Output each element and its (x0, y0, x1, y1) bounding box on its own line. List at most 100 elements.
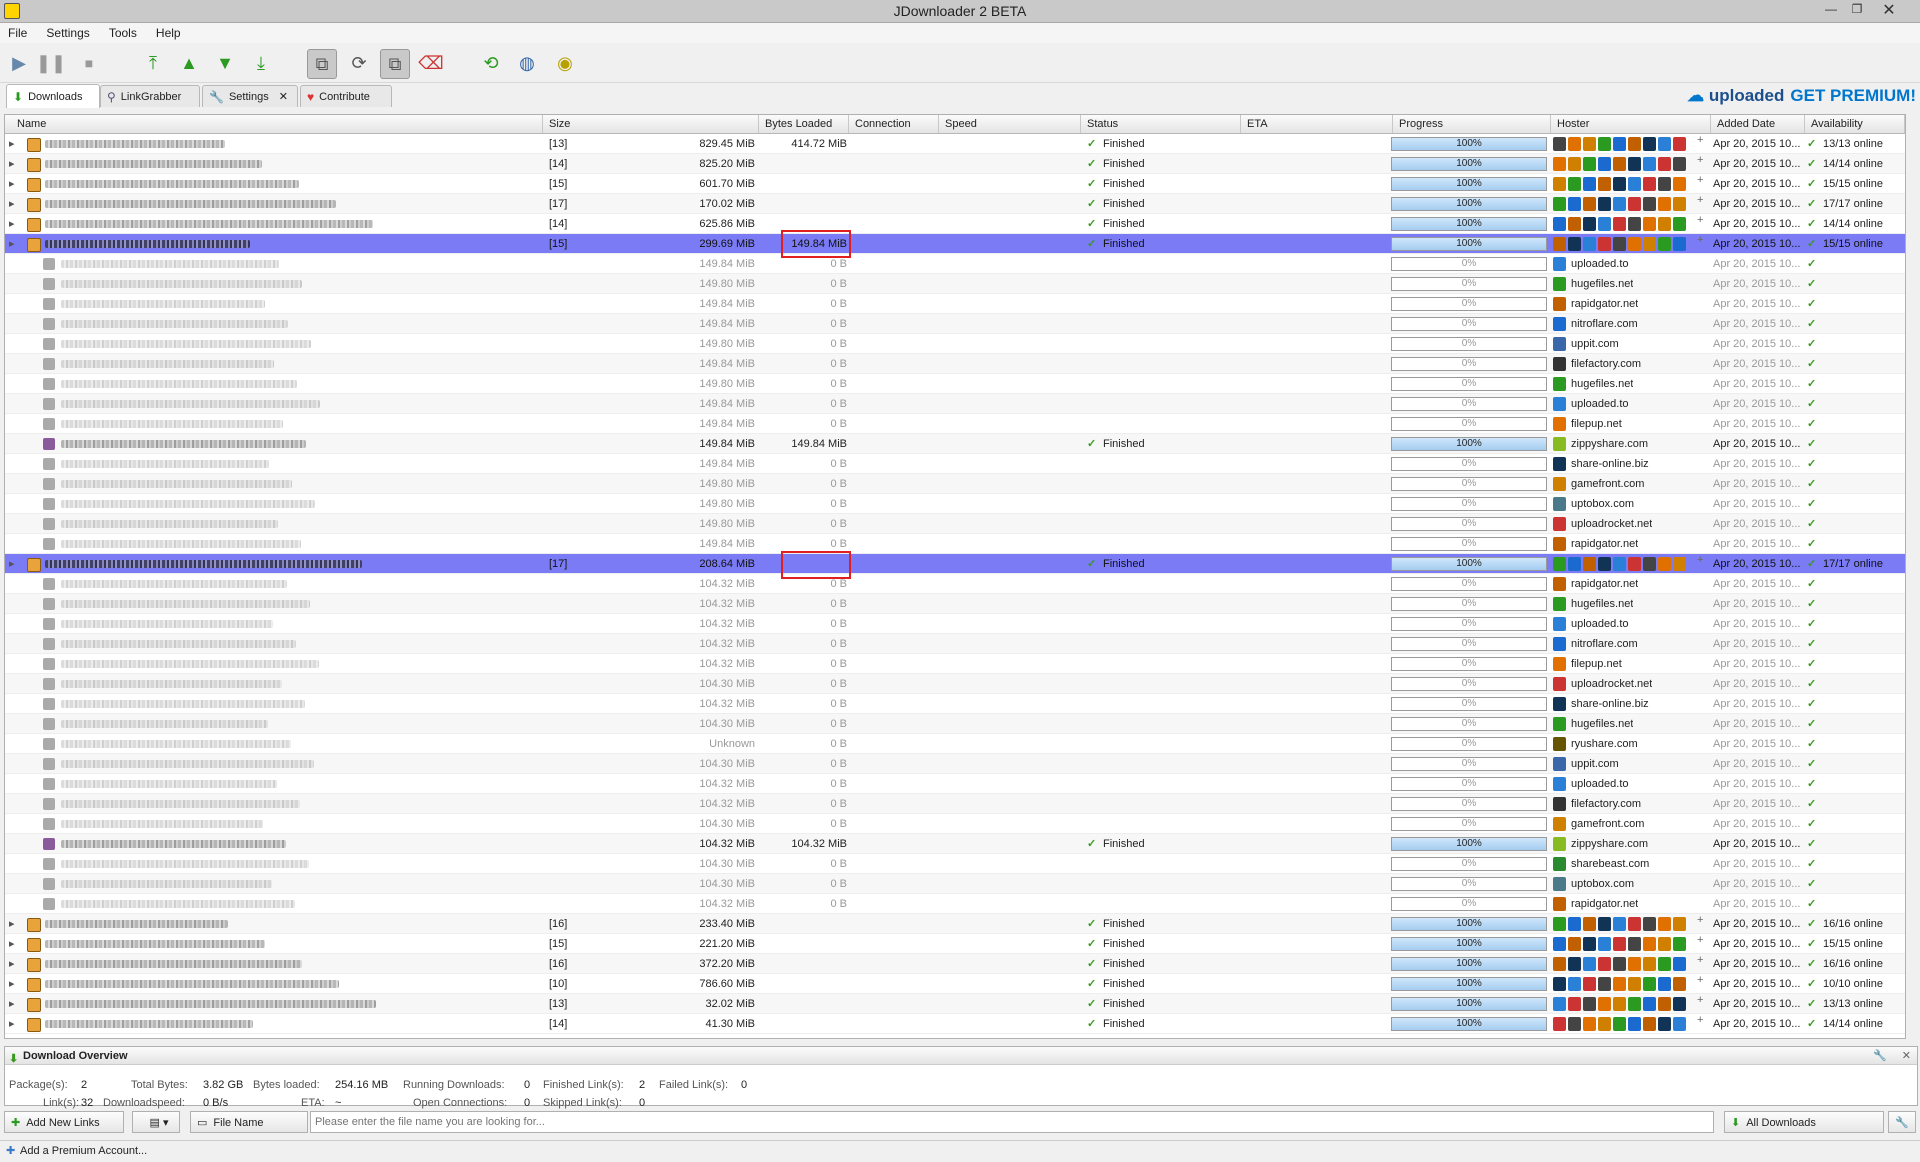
expand-toggle-icon[interactable]: ▸ (9, 954, 15, 974)
package-row[interactable]: ▸ [15] 221.20 MiB ✓ Finished 100% + Apr 20, 201… (5, 934, 1905, 954)
link-row[interactable]: 104.30 MiB 0 B 0% uptobox.com Apr 20, 2015 1… (5, 874, 1905, 894)
package-row[interactable]: ▸ [13] 829.45 MiB 414.72 MiB ✓ Finished 100% + A… (5, 134, 1905, 154)
more-hosters-icon[interactable]: + (1697, 234, 1703, 246)
package-row[interactable]: ▸ [15] 601.70 MiB ✓ Finished 100% + Apr 20, 201… (5, 174, 1905, 194)
package-row[interactable]: ▸ [16] 372.20 MiB ✓ Finished 100% + Apr 20, 201… (5, 954, 1905, 974)
add-new-links-button[interactable]: ✚ Add New Links (4, 1111, 124, 1133)
move-bottom-icon[interactable]: ⤓ (248, 50, 274, 76)
reconnect-icon[interactable]: ⟲ (478, 50, 504, 76)
search-field-select[interactable]: ▭ File Name (190, 1111, 308, 1133)
link-row[interactable]: 149.80 MiB 0 B 0% uppit.com Apr 20, 2015 10.… (5, 334, 1905, 354)
tab-settings[interactable]: 🔧 Settings ✕ (202, 85, 298, 107)
link-row[interactable]: 149.84 MiB 0 B 0% filepup.net Apr 20, 2015 1… (5, 414, 1905, 434)
menu-settings[interactable]: Settings (38, 23, 97, 43)
more-hosters-icon[interactable]: + (1697, 214, 1703, 226)
col-name[interactable]: Name (5, 115, 543, 133)
expand-toggle-icon[interactable]: ▸ (9, 194, 15, 214)
package-row[interactable]: ▸ [17] 208.64 MiB ✓ Finished 100% + Apr 20, 201… (5, 554, 1905, 574)
col-status[interactable]: Status (1081, 115, 1241, 133)
package-row[interactable]: ▸ [17] 170.02 MiB ✓ Finished 100% + Apr 20, 201… (5, 194, 1905, 214)
link-row[interactable]: 104.32 MiB 104.32 MiB ✓ Finished 100% zippysh… (5, 834, 1905, 854)
link-row[interactable]: 149.84 MiB 0 B 0% uploaded.to Apr 20, 2015 1… (5, 254, 1905, 274)
link-row[interactable]: 104.30 MiB 0 B 0% hugefiles.net Apr 20, 2015… (5, 714, 1905, 734)
col-bytes-loaded[interactable]: Bytes Loaded (759, 115, 849, 133)
col-progress[interactable]: Progress (1393, 115, 1551, 133)
link-row[interactable]: 149.84 MiB 149.84 MiB ✓ Finished 100% zippysh… (5, 434, 1905, 454)
link-row[interactable]: 104.32 MiB 0 B 0% rapidgator.net Apr 20, 201… (5, 894, 1905, 914)
stop-icon[interactable]: ■ (76, 50, 102, 76)
close-panel-icon[interactable]: ✕ (1902, 1049, 1911, 1062)
link-row[interactable]: 104.32 MiB 0 B 0% nitroflare.com Apr 20, 201… (5, 634, 1905, 654)
col-size[interactable]: Size (543, 115, 759, 133)
package-row[interactable]: ▸ [16] 233.40 MiB ✓ Finished 100% + Apr 20, 201… (5, 914, 1905, 934)
more-hosters-icon[interactable]: + (1697, 974, 1703, 986)
auto-reconnect-icon[interactable]: ⟳ (346, 50, 372, 76)
link-row[interactable]: 104.30 MiB 0 B 0% uppit.com Apr 20, 2015 10.… (5, 754, 1905, 774)
expand-toggle-icon[interactable]: ▸ (9, 974, 15, 994)
link-row[interactable]: 149.84 MiB 0 B 0% share-online.biz Apr 20, 2… (5, 454, 1905, 474)
package-row[interactable]: ▸ [15] 299.69 MiB 149.84 MiB ✓ Finished 100% + A… (5, 234, 1905, 254)
update-icon[interactable]: ◍ (514, 50, 540, 76)
col-hoster[interactable]: Hoster (1551, 115, 1711, 133)
more-hosters-icon[interactable]: + (1697, 134, 1703, 146)
expand-toggle-icon[interactable]: ▸ (9, 994, 15, 1014)
package-row[interactable]: ▸ [10] 786.60 MiB ✓ Finished 100% + Apr 20, 201… (5, 974, 1905, 994)
link-row[interactable]: 104.32 MiB 0 B 0% rapidgator.net Apr 20, 201… (5, 574, 1905, 594)
more-hosters-icon[interactable]: + (1697, 554, 1703, 566)
expand-toggle-icon[interactable]: ▸ (9, 234, 15, 254)
col-eta[interactable]: ETA (1241, 115, 1393, 133)
premium-banner[interactable]: ☁ uploaded GET PREMIUM! (1687, 86, 1916, 106)
link-row[interactable]: 149.84 MiB 0 B 0% nitroflare.com Apr 20, 201… (5, 314, 1905, 334)
link-row[interactable]: 149.84 MiB 0 B 0% rapidgator.net Apr 20, 201… (5, 294, 1905, 314)
expand-toggle-icon[interactable]: ▸ (9, 134, 15, 154)
link-row[interactable]: 104.30 MiB 0 B 0% uploadrocket.net Apr 20, 2… (5, 674, 1905, 694)
link-row[interactable]: 104.30 MiB 0 B 0% gamefront.com Apr 20, 2015… (5, 814, 1905, 834)
pause-icon[interactable]: ❚❚ (36, 50, 66, 76)
link-row[interactable]: 104.32 MiB 0 B 0% filefactory.com Apr 20, 20… (5, 794, 1905, 814)
clipboard-observer-icon[interactable]: ⧉ (307, 49, 337, 79)
package-row[interactable]: ▸ [13] 32.02 MiB ✓ Finished 100% + Apr 20, 2015… (5, 994, 1905, 1014)
premium-icon[interactable]: ◉ (552, 50, 578, 76)
link-row[interactable]: 104.30 MiB 0 B 0% sharebeast.com Apr 20, 201… (5, 854, 1905, 874)
package-row[interactable]: ▸ [14] 625.86 MiB ✓ Finished 100% + Apr 20, 201… (5, 214, 1905, 234)
link-row[interactable]: 104.32 MiB 0 B 0% share-online.biz Apr 20, 2… (5, 694, 1905, 714)
link-row[interactable]: 149.80 MiB 0 B 0% hugefiles.net Apr 20, 2015… (5, 274, 1905, 294)
expand-toggle-icon[interactable]: ▸ (9, 174, 15, 194)
link-row[interactable]: 149.80 MiB 0 B 0% uploadrocket.net Apr 20, 2… (5, 514, 1905, 534)
link-row[interactable]: 149.84 MiB 0 B 0% rapidgator.net Apr 20, 201… (5, 534, 1905, 554)
link-row[interactable]: 149.80 MiB 0 B 0% uptobox.com Apr 20, 2015 1… (5, 494, 1905, 514)
list-options-button[interactable]: ▤ ▾ (132, 1111, 180, 1133)
more-hosters-icon[interactable]: + (1697, 154, 1703, 166)
col-added-date[interactable]: Added Date (1711, 115, 1805, 133)
tab-close-icon[interactable]: ✕ (279, 90, 288, 103)
more-hosters-icon[interactable]: + (1697, 174, 1703, 186)
search-input[interactable] (310, 1111, 1714, 1133)
tab-linkgrabber[interactable]: ⚲ LinkGrabber (100, 85, 200, 107)
remove-finished-icon[interactable]: ⌫ (418, 50, 444, 76)
link-row[interactable]: 149.84 MiB 0 B 0% uploaded.to Apr 20, 2015 1… (5, 394, 1905, 414)
settings-button[interactable]: 🔧 (1888, 1111, 1916, 1133)
more-hosters-icon[interactable]: + (1697, 934, 1703, 946)
expand-toggle-icon[interactable]: ▸ (9, 154, 15, 174)
add-premium-account-link[interactable]: Add a Premium Account... (20, 1145, 147, 1157)
package-row[interactable]: ▸ [14] 41.30 MiB ✓ Finished 100% + Apr 20, 2015… (5, 1014, 1905, 1034)
more-hosters-icon[interactable]: + (1697, 194, 1703, 206)
silent-mode-icon[interactable]: ⧉ (380, 49, 410, 79)
more-hosters-icon[interactable]: + (1697, 954, 1703, 966)
restore-icon[interactable]: ❐ (1848, 2, 1866, 16)
link-row[interactable]: Unknown 0 B 0% ryushare.com Apr 20, 2015 10.… (5, 734, 1905, 754)
move-top-icon[interactable]: ⤒ (140, 50, 166, 76)
start-downloads-icon[interactable]: ▶ (6, 50, 32, 76)
expand-toggle-icon[interactable]: ▸ (9, 214, 15, 234)
close-icon[interactable]: ✕ (1880, 0, 1898, 20)
move-down-icon[interactable]: ▼ (212, 50, 238, 76)
minimize-icon[interactable]: — (1822, 2, 1840, 16)
link-row[interactable]: 149.80 MiB 0 B 0% hugefiles.net Apr 20, 2015… (5, 374, 1905, 394)
col-connection[interactable]: Connection (849, 115, 939, 133)
menu-file[interactable]: File (0, 23, 35, 43)
link-row[interactable]: 149.84 MiB 0 B 0% filefactory.com Apr 20, 20… (5, 354, 1905, 374)
expand-toggle-icon[interactable]: ▸ (9, 934, 15, 954)
package-row[interactable]: ▸ [14] 825.20 MiB ✓ Finished 100% + Apr 20, 201… (5, 154, 1905, 174)
move-up-icon[interactable]: ▲ (176, 50, 202, 76)
more-hosters-icon[interactable]: + (1697, 914, 1703, 926)
